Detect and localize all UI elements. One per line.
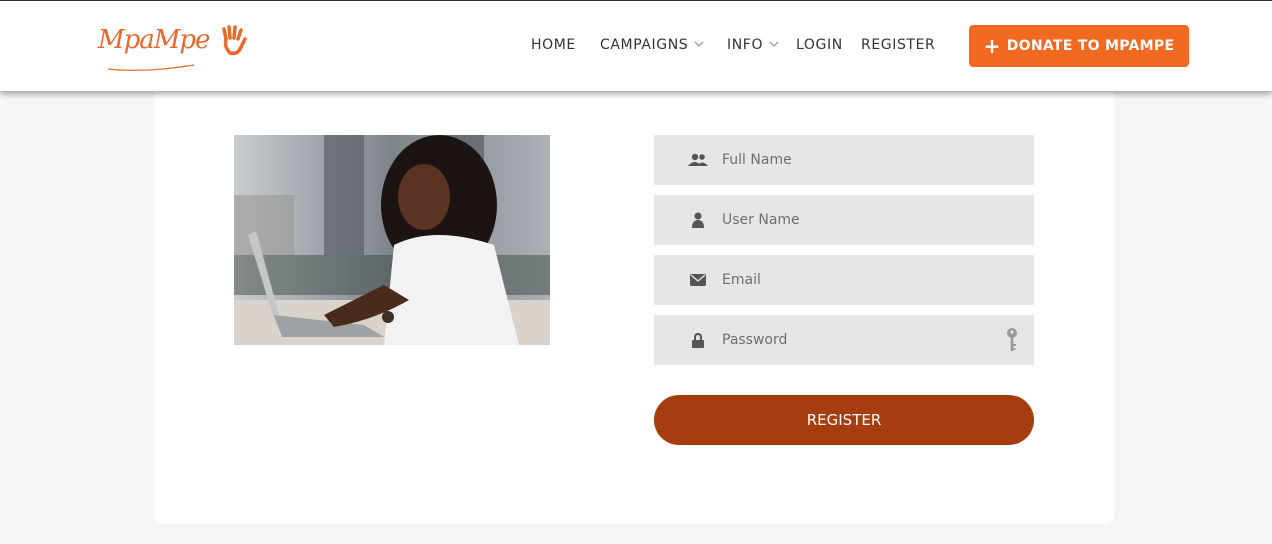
password-field <box>654 315 1034 365</box>
hand-icon <box>222 25 247 56</box>
full-name-field <box>654 135 1034 185</box>
user-name-field <box>654 195 1034 245</box>
logo-swash <box>107 64 195 71</box>
logo-wordmark: MpaMpe <box>98 25 210 55</box>
hero-photo <box>234 135 550 345</box>
email-input[interactable] <box>722 272 982 288</box>
nav-campaigns[interactable]: CAMPAIGNS <box>600 37 704 53</box>
user-name-input[interactable] <box>722 212 982 228</box>
lock-icon <box>654 332 722 348</box>
password-input[interactable] <box>722 332 982 348</box>
donate-label: DONATE TO MPAMPE <box>1006 38 1175 54</box>
email-field <box>654 255 1034 305</box>
nav-home[interactable]: HOME <box>531 37 576 53</box>
key-icon[interactable] <box>1006 327 1018 358</box>
full-name-input[interactable] <box>722 152 982 168</box>
chevron-down-icon <box>694 41 704 47</box>
register-submit-button[interactable]: REGISTER <box>654 395 1034 445</box>
site-header: MpaMpe HOME CAMPAIGNS INFO LOGIN REGISTE… <box>0 1 1272 91</box>
plus-icon: + <box>983 34 1001 58</box>
nav-info[interactable]: INFO <box>727 37 779 53</box>
donate-button[interactable]: + DONATE TO MPAMPE <box>969 25 1189 67</box>
envelope-icon <box>654 274 722 286</box>
nav-login[interactable]: LOGIN <box>796 37 843 53</box>
nav-campaigns-label: CAMPAIGNS <box>600 37 689 53</box>
user-icon <box>654 212 722 228</box>
chevron-down-icon <box>769 41 779 47</box>
nav-register[interactable]: REGISTER <box>861 37 935 53</box>
brand-logo[interactable]: MpaMpe <box>98 23 250 73</box>
users-icon <box>654 153 722 167</box>
nav-info-label: INFO <box>727 37 764 53</box>
woman-laptop-illustration <box>234 135 550 345</box>
